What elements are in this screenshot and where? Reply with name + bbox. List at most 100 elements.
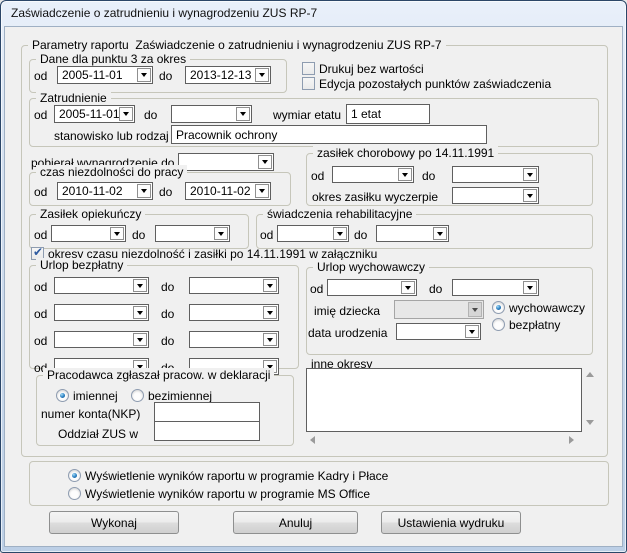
ub-row2-do-combo[interactable] <box>189 304 279 321</box>
ub-row2-do-dropdown-icon[interactable] <box>263 306 277 319</box>
oddzial-zus-label: Oddział ZUS w <box>58 427 138 441</box>
chorobowy-od-label: od <box>311 169 324 183</box>
stanowisko-input[interactable] <box>171 125 487 144</box>
wyniki-office-radio[interactable] <box>68 487 81 500</box>
swiadczenia-od-dropdown-icon[interactable] <box>333 227 347 240</box>
inne-okresy-scroll-right-icon[interactable] <box>569 436 574 444</box>
group-zasilek-chorobowy-label: zasiłek chorobowy po 14.11.1991 <box>313 146 498 161</box>
imie-dziecka-combo[interactable] <box>394 300 484 319</box>
swiadczenia-od-label: od <box>260 228 273 242</box>
ub-row2-od-label: od <box>34 307 47 321</box>
uw-do-dropdown-icon[interactable] <box>523 281 537 294</box>
swiadczenia-do-dropdown-icon[interactable] <box>433 227 447 240</box>
ub-row1-do-combo[interactable] <box>189 277 279 294</box>
group-parametry-label: Parametry raportu Zaświadczenie o zatrud… <box>28 38 446 53</box>
imiennej-radio[interactable] <box>56 389 69 402</box>
group-pracodawca-label: Pracodawca zgłaszał pracow. w deklaracji <box>43 368 274 383</box>
inne-okresy-scroll-up-icon[interactable] <box>586 372 594 377</box>
swiadczenia-do-label: do <box>354 228 367 242</box>
czas-od-label: od <box>34 185 47 199</box>
edycja-pozostalych-label: Edycja pozostałych punktów zaświadczenia <box>319 77 551 91</box>
chorobowy-do-label: do <box>422 169 435 183</box>
wymiar-etatu-label: wymiar etatu <box>273 108 341 122</box>
chorobowy-od-dropdown-icon[interactable] <box>398 168 412 181</box>
bezplatny-radio[interactable] <box>492 318 505 331</box>
czas-od-dropdown-icon[interactable] <box>137 184 151 198</box>
pobieral-dropdown-icon[interactable] <box>258 155 272 169</box>
dane-do-combo[interactable]: 2013-12-13 <box>185 66 271 84</box>
zatrudnienie-do-combo[interactable] <box>171 105 252 123</box>
wychowawczy-radio[interactable] <box>492 301 505 314</box>
chorobowy-do-combo[interactable] <box>452 166 539 183</box>
okres-zasilku-dropdown-icon[interactable] <box>523 189 537 202</box>
oddzial-zus-input[interactable] <box>154 421 260 441</box>
chorobowy-od-combo[interactable] <box>332 166 414 183</box>
uw-od-dropdown-icon[interactable] <box>401 281 415 294</box>
ub-row2-od-combo[interactable] <box>54 304 149 321</box>
inne-okresy-scroll-left-icon[interactable] <box>310 436 315 444</box>
zatrudnienie-od-combo[interactable]: 2005-11-01 <box>54 105 135 123</box>
pobieral-wynagrodzenie-combo[interactable] <box>178 153 274 171</box>
uw-do-combo[interactable] <box>452 279 539 296</box>
group-dane-punktu-3-label: Dane dla punktu 3 za okres <box>36 52 190 67</box>
data-urodzenia-combo[interactable] <box>396 323 481 340</box>
zatrudnienie-od-dropdown-icon[interactable] <box>119 107 133 121</box>
imie-dziecka-dropdown-icon[interactable] <box>468 302 482 317</box>
czas-do-combo[interactable]: 2010-11-02 <box>185 182 271 200</box>
swiadczenia-do-combo[interactable] <box>376 225 449 242</box>
drukuj-bez-wartosci-checkbox[interactable] <box>302 62 315 75</box>
zatrudnienie-od-label: od <box>34 108 47 122</box>
wykonaj-button[interactable]: Wykonaj <box>49 511 179 534</box>
anuluj-button[interactable]: Anuluj <box>233 511 358 534</box>
ub-row2-do-label: do <box>161 307 174 321</box>
okres-zasilku-combo[interactable] <box>452 187 539 204</box>
ustawienia-wydruku-button[interactable]: Ustawienia wydruku <box>381 511 521 534</box>
stanowisko-label: stanowisko lub rodzaj <box>54 129 169 143</box>
opiekunczy-od-combo[interactable] <box>51 225 126 242</box>
inne-okresy-textarea[interactable] <box>306 368 582 432</box>
ub-row3-do-combo[interactable] <box>189 331 279 348</box>
czas-od-combo[interactable]: 2010-11-02 <box>57 182 153 200</box>
swiadczenia-od-combo[interactable] <box>277 225 349 242</box>
edycja-pozostalych-checkbox[interactable] <box>302 77 315 90</box>
dane-do-dropdown-icon[interactable] <box>255 68 269 82</box>
wyniki-kadry-label: Wyświetlenie wyników raportu w programie… <box>85 469 388 483</box>
okres-zasilku-label: okres zasiłku wyczerpie <box>312 190 438 204</box>
ub-row3-od-combo[interactable] <box>54 331 149 348</box>
wyniki-kadry-radio[interactable] <box>68 469 81 482</box>
bezimiennej-radio[interactable] <box>131 389 144 402</box>
ub-row3-od-dropdown-icon[interactable] <box>133 333 147 346</box>
ub-row3-do-label: do <box>161 334 174 348</box>
bezimiennej-radio-label: bezimiennej <box>148 389 212 403</box>
inne-okresy-scroll-down-icon[interactable] <box>586 420 594 425</box>
group-urlop-bezplatny-label: Urlop bezpłatny <box>36 258 127 273</box>
ub-row2-od-dropdown-icon[interactable] <box>133 306 147 319</box>
opiekunczy-od-label: od <box>34 228 47 242</box>
opiekunczy-od-dropdown-icon[interactable] <box>110 227 124 240</box>
czas-do-label: do <box>159 185 172 199</box>
group-czas-niezdolnosci-label: czas niezdolności do pracy <box>36 165 187 180</box>
wymiar-etatu-input[interactable] <box>346 104 430 124</box>
opiekunczy-do-label: do <box>132 228 145 242</box>
ub-row1-do-dropdown-icon[interactable] <box>263 279 277 292</box>
opiekunczy-do-dropdown-icon[interactable] <box>214 227 228 240</box>
opiekunczy-do-combo[interactable] <box>155 225 230 242</box>
imiennej-radio-label: imiennej <box>73 389 118 403</box>
ub-row3-do-dropdown-icon[interactable] <box>263 333 277 346</box>
czas-do-dropdown-icon[interactable] <box>255 184 269 198</box>
uw-od-combo[interactable] <box>327 279 417 296</box>
ub-row1-od-combo[interactable] <box>54 277 149 294</box>
data-urodzenia-dropdown-icon[interactable] <box>465 325 479 338</box>
zatrudnienie-do-dropdown-icon[interactable] <box>236 107 250 121</box>
bezplatny-radio-label: bezpłatny <box>509 318 560 332</box>
uw-od-label: od <box>310 282 323 296</box>
dane-od-combo[interactable]: 2005-11-01 <box>57 66 153 84</box>
numer-konta-input[interactable] <box>154 402 260 422</box>
group-swiadczenia-label: świadczenia rehabilitacyjne <box>263 207 416 222</box>
chorobowy-do-dropdown-icon[interactable] <box>523 168 537 181</box>
group-urlop-wychowawczy-label: Urlop wychowawczy <box>313 260 429 275</box>
dane-od-dropdown-icon[interactable] <box>137 68 151 82</box>
group-zatrudnienie-label: Zatrudnienie <box>36 91 111 106</box>
ub-row1-od-dropdown-icon[interactable] <box>133 279 147 292</box>
wyniki-office-label: Wyświetlenie wyników raportu w programie… <box>85 487 370 501</box>
